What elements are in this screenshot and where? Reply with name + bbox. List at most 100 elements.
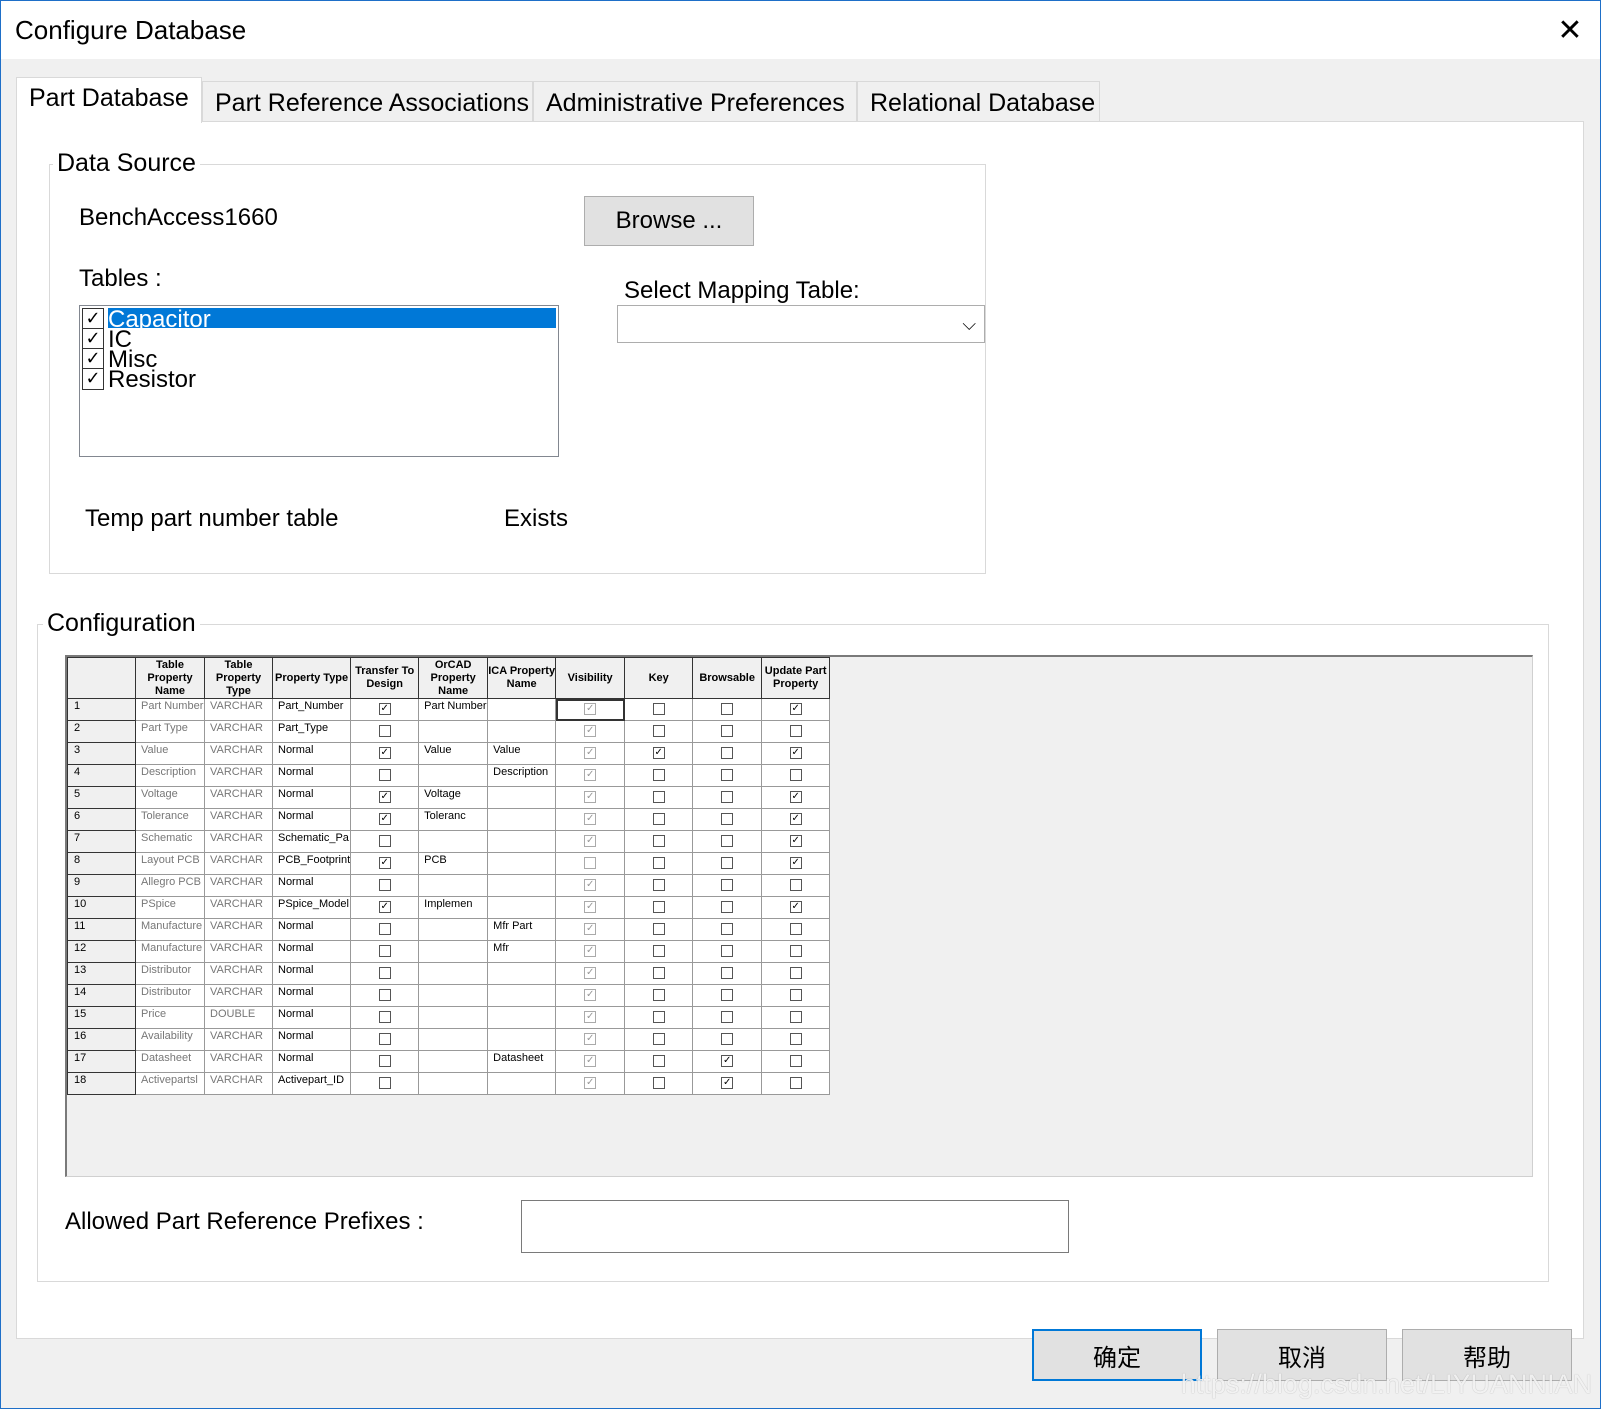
- checkbox-icon[interactable]: [789, 1055, 802, 1067]
- tab-administrative-preferences[interactable]: Administrative Preferences: [533, 81, 857, 121]
- checkbox-icon[interactable]: ✓: [652, 747, 665, 759]
- orcad-property-name-cell[interactable]: [418, 984, 489, 1007]
- checkbox-icon[interactable]: [652, 1055, 665, 1067]
- ica-property-name-cell[interactable]: [487, 698, 557, 721]
- checkbox-icon[interactable]: [789, 989, 802, 1001]
- ok-button[interactable]: 确定: [1032, 1329, 1202, 1381]
- property-type-cell[interactable]: Schematic_Pa: [271, 830, 352, 853]
- property-type-cell[interactable]: Normal: [271, 808, 352, 831]
- ica-property-name-cell[interactable]: [487, 720, 557, 743]
- checkbox-icon[interactable]: ✓: [721, 1055, 734, 1067]
- checkbox-icon[interactable]: [378, 1033, 391, 1045]
- orcad-property-name-cell[interactable]: Value: [418, 742, 489, 765]
- table-property-name-cell[interactable]: Price: [135, 1006, 205, 1029]
- checkbox-icon[interactable]: ✓: [789, 813, 802, 825]
- checkbox-icon[interactable]: ✓: [378, 703, 391, 715]
- table-property-type-cell[interactable]: VARCHAR: [204, 918, 273, 941]
- checkbox-icon[interactable]: ✓: [721, 1077, 734, 1089]
- checkbox-icon[interactable]: [652, 857, 665, 869]
- table-property-type-cell[interactable]: VARCHAR: [204, 764, 273, 787]
- checkbox-icon[interactable]: ✓: [584, 901, 597, 913]
- table-property-type-cell[interactable]: VARCHAR: [204, 940, 273, 963]
- checkbox-icon[interactable]: [721, 967, 734, 979]
- mapping-table-select[interactable]: ⌵: [617, 305, 985, 343]
- checkbox-icon[interactable]: ✓: [378, 857, 391, 869]
- table-row[interactable]: 12 Manufacture VARCHAR Normal Mfr ✓: [67, 940, 831, 963]
- table-row[interactable]: 16 Availability VARCHAR Normal ✓: [67, 1028, 831, 1051]
- ica-property-name-cell[interactable]: Datasheet: [487, 1050, 557, 1073]
- table-property-name-cell[interactable]: Value: [135, 742, 205, 765]
- column-header[interactable]: Browsable: [692, 657, 763, 699]
- property-type-cell[interactable]: Normal: [271, 984, 352, 1007]
- table-property-name-cell[interactable]: Schematic: [135, 830, 205, 853]
- orcad-property-name-cell[interactable]: Part Number: [418, 698, 489, 721]
- column-header[interactable]: Table Property Type: [204, 657, 273, 699]
- ica-property-name-cell[interactable]: Mfr Part: [487, 918, 557, 941]
- table-property-name-cell[interactable]: Datasheet: [135, 1050, 205, 1073]
- checkbox-icon[interactable]: [378, 725, 391, 737]
- checkbox-icon[interactable]: ✓: [82, 308, 104, 330]
- table-row[interactable]: 17 Datasheet VARCHAR Normal Datasheet ✓ ✓: [67, 1050, 831, 1073]
- checkbox-icon[interactable]: [721, 835, 734, 847]
- table-property-type-cell[interactable]: VARCHAR: [204, 962, 273, 985]
- table-row[interactable]: 9 Allegro PCB VARCHAR Normal ✓: [67, 874, 831, 897]
- checkbox-icon[interactable]: ✓: [584, 989, 597, 1001]
- checkbox-icon[interactable]: [789, 1077, 802, 1089]
- checkbox-icon[interactable]: ✓: [584, 923, 597, 935]
- checkbox-icon[interactable]: [721, 901, 734, 913]
- table-row[interactable]: 10 PSpice VARCHAR PSpice_Model ✓ Implemen ✓ ✓: [67, 896, 831, 919]
- checkbox-icon[interactable]: ✓: [378, 791, 391, 803]
- property-type-cell[interactable]: Normal: [271, 1050, 352, 1073]
- table-property-name-cell[interactable]: Allegro PCB: [135, 874, 205, 897]
- table-property-name-cell[interactable]: PSpice: [135, 896, 205, 919]
- checkbox-icon[interactable]: [378, 1055, 391, 1067]
- table-row[interactable]: 18 Activepartsl VARCHAR Activepart_ID ✓ ✓: [67, 1072, 831, 1095]
- table-property-name-cell[interactable]: Distributor: [135, 984, 205, 1007]
- table-row[interactable]: 5 Voltage VARCHAR Normal ✓ Voltage ✓ ✓: [67, 786, 831, 809]
- checkbox-icon[interactable]: ✓: [789, 857, 802, 869]
- checkbox-icon[interactable]: [721, 989, 734, 1001]
- orcad-property-name-cell[interactable]: [418, 962, 489, 985]
- checkbox-icon[interactable]: [652, 967, 665, 979]
- column-header[interactable]: ICA Property Name: [487, 657, 557, 699]
- orcad-property-name-cell[interactable]: [418, 918, 489, 941]
- checkbox-icon[interactable]: ✓: [789, 703, 802, 715]
- table-property-name-cell[interactable]: Availability: [135, 1028, 205, 1051]
- checkbox-icon[interactable]: [789, 967, 802, 979]
- column-header[interactable]: Property Type: [271, 657, 352, 699]
- checkbox-icon[interactable]: [652, 813, 665, 825]
- checkbox-icon[interactable]: ✓: [82, 328, 104, 350]
- orcad-property-name-cell[interactable]: Implemen: [418, 896, 489, 919]
- table-property-name-cell[interactable]: Activepartsl: [135, 1072, 205, 1095]
- checkbox-icon[interactable]: [652, 703, 665, 715]
- checkbox-icon[interactable]: [789, 879, 802, 891]
- table-row[interactable]: 6 Tolerance VARCHAR Normal ✓ Toleranc ✓ ✓: [67, 808, 831, 831]
- ica-property-name-cell[interactable]: [487, 808, 557, 831]
- table-property-type-cell[interactable]: VARCHAR: [204, 720, 273, 743]
- property-type-cell[interactable]: Normal: [271, 764, 352, 787]
- orcad-property-name-cell[interactable]: Toleranc: [418, 808, 489, 831]
- checkbox-icon[interactable]: [652, 1011, 665, 1023]
- checkbox-icon[interactable]: ✓: [82, 368, 104, 390]
- checkbox-icon[interactable]: [789, 923, 802, 935]
- close-icon[interactable]: ✕: [1540, 1, 1600, 59]
- ica-property-name-cell[interactable]: [487, 1072, 557, 1095]
- table-property-name-cell[interactable]: Description: [135, 764, 205, 787]
- table-property-type-cell[interactable]: VARCHAR: [204, 1072, 273, 1095]
- table-property-type-cell[interactable]: VARCHAR: [204, 852, 273, 875]
- orcad-property-name-cell[interactable]: [418, 874, 489, 897]
- property-type-cell[interactable]: Normal: [271, 940, 352, 963]
- property-type-cell[interactable]: PCB_Footprint: [271, 852, 352, 875]
- checkbox-icon[interactable]: [378, 769, 391, 781]
- ica-property-name-cell[interactable]: Mfr: [487, 940, 557, 963]
- table-property-name-cell[interactable]: Manufacture: [135, 918, 205, 941]
- column-header[interactable]: Transfer To Design: [350, 657, 420, 699]
- checkbox-icon[interactable]: [378, 945, 391, 957]
- checkbox-icon[interactable]: [652, 901, 665, 913]
- table-row[interactable]: 15 Price DOUBLE Normal ✓: [67, 1006, 831, 1029]
- list-item[interactable]: ✓ Resistor: [82, 368, 204, 396]
- table-property-type-cell[interactable]: VARCHAR: [204, 698, 273, 721]
- checkbox-icon[interactable]: ✓: [584, 1033, 597, 1045]
- table-row[interactable]: 14 Distributor VARCHAR Normal ✓: [67, 984, 831, 1007]
- checkbox-icon[interactable]: [378, 835, 391, 847]
